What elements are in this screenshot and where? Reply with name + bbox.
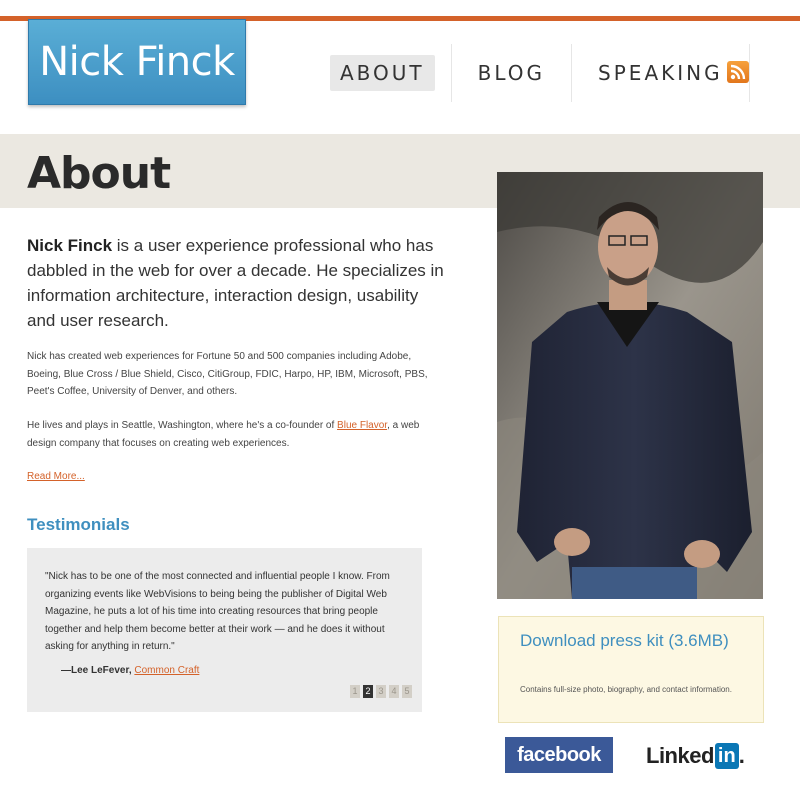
pager-page[interactable]: 1 (350, 685, 360, 698)
author-name: —Lee LeFever, (61, 665, 135, 676)
location-paragraph: He lives and plays in Seattle, Washingto… (27, 417, 437, 452)
site-logo-link[interactable]: Nick Finck (28, 19, 246, 105)
intro-lead: Nick Finck is a user experience professi… (27, 233, 447, 333)
testimonials-heading: Testimonials (27, 515, 130, 534)
pager-page[interactable]: 3 (376, 685, 386, 698)
clients-paragraph: Nick has created web experiences for For… (27, 351, 428, 397)
nav-item-speaking[interactable]: SPEAKING (588, 55, 733, 91)
press-kit-description: Contains full-size photo, biography, and… (520, 685, 732, 694)
nav-item-about[interactable]: ABOUT (330, 55, 435, 91)
location-text: He lives and plays in Seattle, Washingto… (27, 420, 338, 431)
press-kit-box: Download press kit (3.6MB) Contains full… (498, 616, 764, 723)
nav-item-blog[interactable]: BLOG (468, 55, 555, 91)
rss-icon[interactable] (727, 61, 749, 83)
common-craft-link[interactable]: Common Craft (134, 665, 199, 676)
linkedin-link[interactable]: Linked in . (646, 741, 745, 771)
main-nav: ABOUT BLOG SPEAKING (330, 44, 766, 102)
page-title: About (27, 148, 171, 199)
testimonial-card: "Nick has to be one of the most connecte… (27, 548, 422, 712)
testimonial-pager: 1 2 3 4 5 (350, 685, 412, 698)
facebook-link[interactable]: facebook (505, 737, 613, 773)
pager-page-current[interactable]: 2 (363, 685, 373, 698)
testimonial-author: —Lee LeFever, Common Craft (61, 665, 199, 676)
pager-page[interactable]: 4 (389, 685, 399, 698)
linkedin-wordmark: Linked (646, 743, 714, 768)
linkedin-dot: . (738, 743, 745, 768)
linkedin-in-badge: in (714, 743, 739, 769)
pager-page[interactable]: 5 (402, 685, 412, 698)
read-more-link[interactable]: Read More... (27, 471, 85, 482)
testimonial-quote: "Nick has to be one of the most connecte… (45, 571, 390, 652)
nav-divider (571, 44, 573, 102)
blue-flavor-link[interactable]: Blue Flavor (337, 420, 387, 431)
nav-divider (450, 44, 452, 102)
press-kit-download-link[interactable]: Download press kit (3.6MB) (520, 629, 740, 652)
lead-name: Nick Finck (27, 236, 113, 255)
site-logo-text: Nick Finck (39, 39, 235, 85)
profile-photo (497, 172, 763, 599)
